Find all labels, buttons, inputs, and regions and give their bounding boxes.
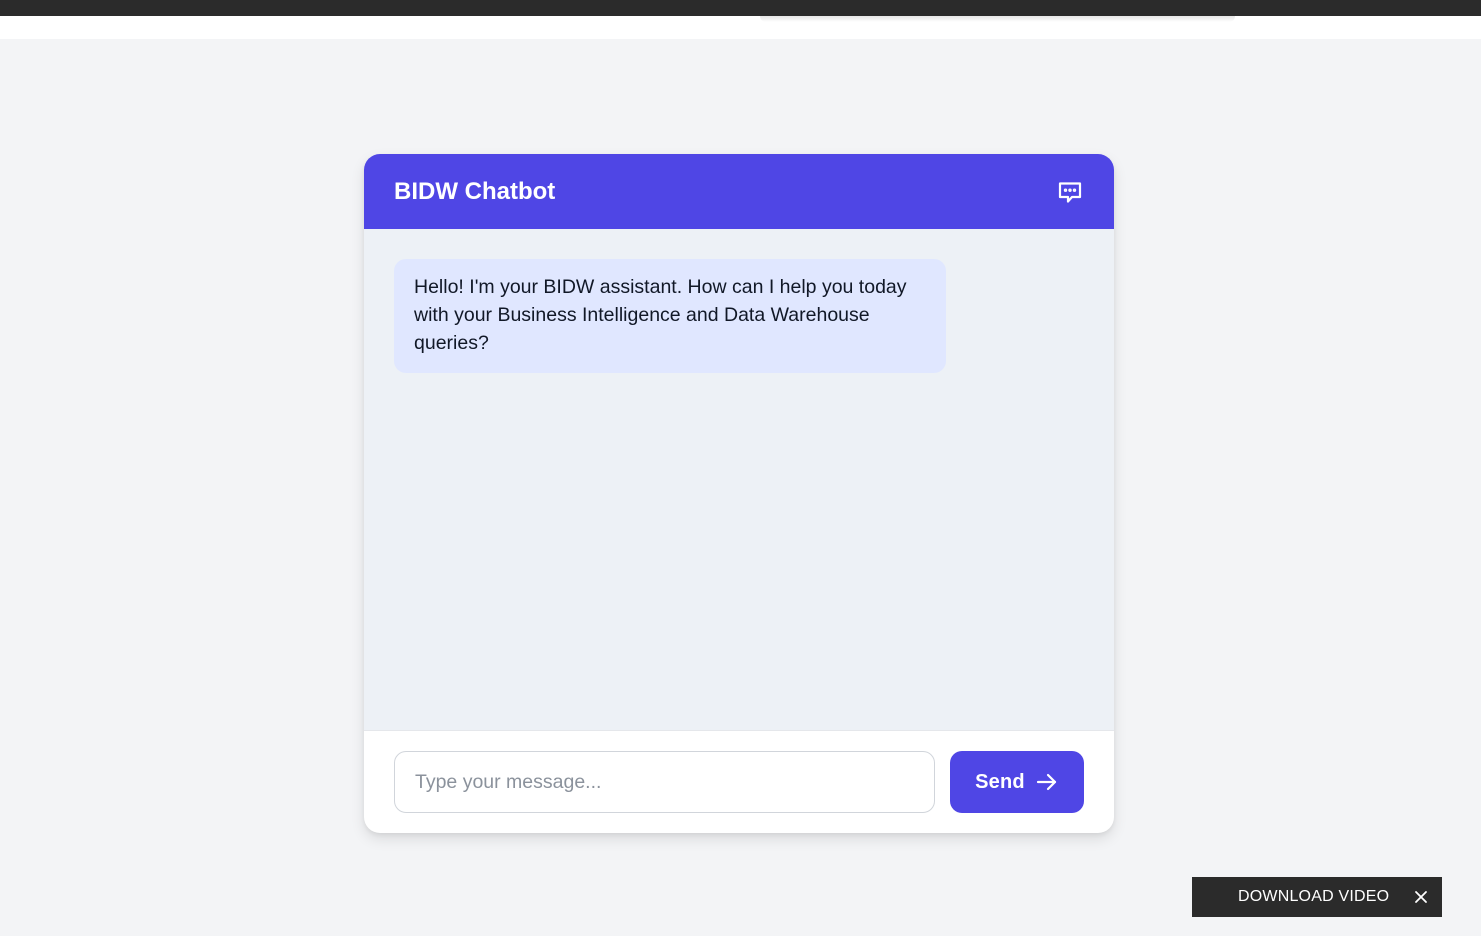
close-icon[interactable] xyxy=(1410,886,1432,908)
send-button[interactable]: Send xyxy=(950,751,1084,813)
toolbar-shadow xyxy=(760,16,1235,22)
chat-title: BIDW Chatbot xyxy=(394,177,556,205)
bot-message: Hello! I'm your BIDW assistant. How can … xyxy=(394,259,946,373)
composer: Send xyxy=(364,731,1114,833)
browser-toolbar-strip xyxy=(0,16,1481,39)
chat-bubble-icon xyxy=(1058,181,1082,203)
chat-window: BIDW Chatbot Hello! I'm your BIDW assist… xyxy=(364,154,1114,833)
message-list[interactable]: Hello! I'm your BIDW assistant. How can … xyxy=(364,229,1114,731)
download-video-bar[interactable]: DOWNLOAD VIDEO xyxy=(1192,877,1442,917)
arrow-right-icon xyxy=(1036,773,1056,791)
chat-header: BIDW Chatbot xyxy=(364,154,1114,229)
browser-top-bar xyxy=(0,0,1481,16)
download-video-label[interactable]: DOWNLOAD VIDEO xyxy=(1238,888,1389,906)
message-input[interactable] xyxy=(394,751,935,813)
send-button-label: Send xyxy=(975,770,1025,793)
